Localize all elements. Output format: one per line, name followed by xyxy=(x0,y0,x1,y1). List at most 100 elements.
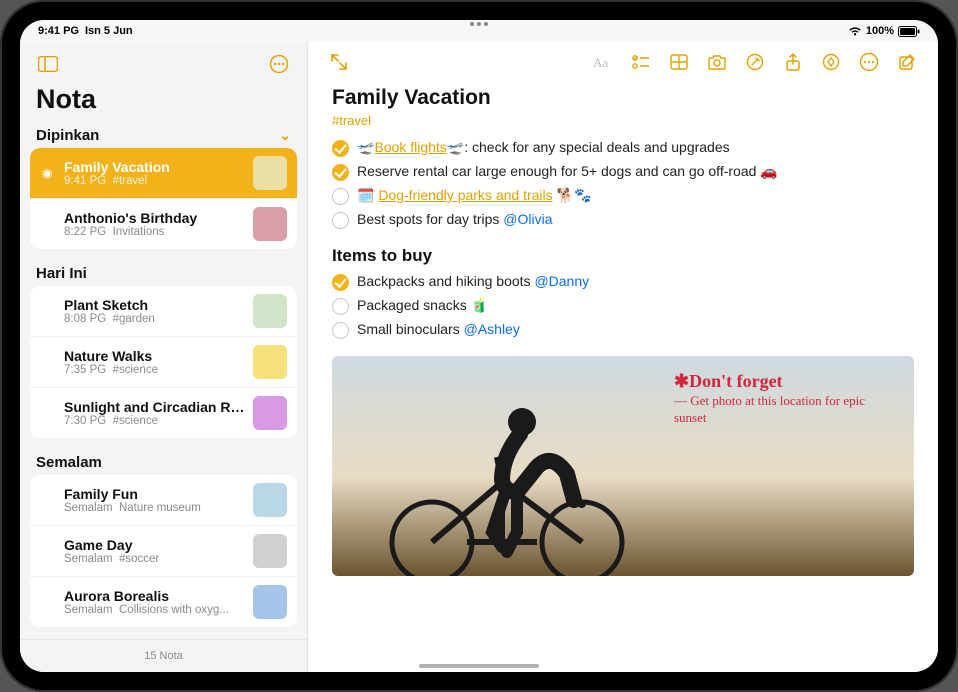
checklist-text: 🗓️ Dog-friendly parks and trails 🐕🐾 xyxy=(357,187,591,204)
svg-text:Aa: Aa xyxy=(593,55,608,70)
sidebar-title: Nota xyxy=(20,82,307,121)
note-image[interactable]: ✱Don't forget — Get photo at this locati… xyxy=(332,356,914,576)
multitask-dots[interactable] xyxy=(464,22,494,28)
note-item-title: Aurora Borealis xyxy=(64,588,245,604)
note-list-item[interactable]: Nature Walks 7:35 PG #science xyxy=(30,337,297,388)
status-time: 9:41 PG xyxy=(38,25,79,37)
note-item-title: Sunlight and Circadian Rhy... xyxy=(64,399,245,415)
cyclist-silhouette xyxy=(352,382,682,576)
chevron-down-icon[interactable]: ⌄ xyxy=(279,127,291,144)
checklist-item[interactable]: Backpacks and hiking boots @Danny xyxy=(332,270,914,294)
note-list-item[interactable]: Family Fun Semalam Nature museum xyxy=(30,475,297,526)
note-item-subtitle: 8:22 PG Invitations xyxy=(64,226,245,238)
mention[interactable]: @Danny xyxy=(534,273,589,289)
note-thumbnail xyxy=(253,207,287,241)
note-thumbnail xyxy=(253,534,287,568)
section-header[interactable]: Hari Ini xyxy=(20,259,307,286)
note-thumbnail xyxy=(253,294,287,328)
note-content-area: Aa xyxy=(308,42,938,672)
note-subheading: Items to buy xyxy=(332,246,914,266)
checklist-item[interactable]: Packaged snacks 🧃 xyxy=(332,294,914,318)
markup-icon[interactable] xyxy=(738,47,772,77)
note-item-subtitle: Semalam Collisions with oxyg... xyxy=(64,604,245,616)
handwriting-line2: — Get photo at this location for epic su… xyxy=(674,393,894,427)
note-item-subtitle: Semalam Nature museum xyxy=(64,502,245,514)
note-item-subtitle: Semalam #soccer xyxy=(64,553,245,565)
section-name: Dipinkan xyxy=(36,127,99,144)
pin-icon: ◉ xyxy=(42,166,56,180)
status-battery-text: 100% xyxy=(866,25,894,37)
checklist-text: Best spots for day trips @Olivia xyxy=(357,211,553,227)
table-icon[interactable] xyxy=(662,47,696,77)
status-date: Isn 5 Jun xyxy=(85,25,133,37)
more-icon[interactable] xyxy=(852,47,886,77)
checklist-text: Reserve rental car large enough for 5+ d… xyxy=(357,163,778,180)
text-format-icon[interactable]: Aa xyxy=(586,47,620,77)
handwriting-annotation: ✱Don't forget — Get photo at this locati… xyxy=(674,370,894,427)
note-list-item[interactable]: Plant Sketch 8:08 PG #garden xyxy=(30,286,297,337)
note-thumbnail xyxy=(253,483,287,517)
expand-icon[interactable] xyxy=(322,47,356,77)
share-icon[interactable] xyxy=(776,47,810,77)
compose-icon[interactable] xyxy=(890,47,924,77)
note-list-item[interactable]: ◉ Family Vacation 9:41 PG #travel xyxy=(30,148,297,199)
section-header[interactable]: Dipinkan ⌄ xyxy=(20,121,307,148)
checklist-item[interactable]: Small binoculars @Ashley xyxy=(332,318,914,342)
note-item-subtitle: 7:30 PG #science xyxy=(64,415,245,427)
checklist-item[interactable]: 🗓️ Dog-friendly parks and trails 🐕🐾 xyxy=(332,184,914,208)
sidebar-footer-count: 15 Nota xyxy=(20,639,307,672)
sidebar: Nota Dipinkan ⌄ ◉ Family Vacation 9:41 PG … xyxy=(20,42,308,672)
note-item-subtitle: 7:35 PG #science xyxy=(64,364,245,376)
note-item-subtitle: 8:08 PG #garden xyxy=(64,313,245,325)
note-toolbar: Aa xyxy=(308,42,938,82)
link-note-icon[interactable] xyxy=(814,47,848,77)
note-body[interactable]: Family Vacation #travel 🛫Book flights🛫: … xyxy=(308,82,938,672)
note-thumbnail xyxy=(253,585,287,619)
note-item-title: Plant Sketch xyxy=(64,297,245,313)
checkbox-icon[interactable] xyxy=(332,188,349,205)
checklist-text: Packaged snacks 🧃 xyxy=(357,297,488,314)
inline-link[interactable]: Dog-friendly parks and trails xyxy=(378,187,552,203)
note-list-item[interactable]: Game Day Semalam #soccer xyxy=(30,526,297,577)
section-name: Semalam xyxy=(36,454,102,471)
checkbox-icon[interactable] xyxy=(332,140,349,157)
note-item-subtitle: 9:41 PG #travel xyxy=(64,175,245,187)
note-item-title: Family Fun xyxy=(64,486,245,502)
home-indicator[interactable] xyxy=(419,664,539,668)
battery-icon xyxy=(898,26,920,37)
section-header[interactable]: Semalam xyxy=(20,448,307,475)
checkbox-icon[interactable] xyxy=(332,322,349,339)
checkbox-icon[interactable] xyxy=(332,164,349,181)
wifi-icon xyxy=(848,26,862,36)
checklist-item[interactable]: 🛫Book flights🛫: check for any special de… xyxy=(332,136,914,160)
section-name: Hari Ini xyxy=(36,265,87,282)
more-options-icon[interactable] xyxy=(265,50,293,78)
note-thumbnail xyxy=(253,345,287,379)
note-thumbnail xyxy=(253,156,287,190)
checkbox-icon[interactable] xyxy=(332,274,349,291)
mention[interactable]: @Olivia xyxy=(503,211,552,227)
note-list-item[interactable]: Anthonio's Birthday 8:22 PG Invitations xyxy=(30,199,297,249)
note-title: Family Vacation xyxy=(332,86,914,110)
checklist-text: 🛫Book flights🛫: check for any special de… xyxy=(357,139,730,156)
handwriting-line1: ✱Don't forget xyxy=(674,370,894,393)
note-item-title: Nature Walks xyxy=(64,348,245,364)
sidebar-toggle-icon[interactable] xyxy=(34,50,62,78)
note-hashtag[interactable]: #travel xyxy=(332,113,371,128)
note-item-title: Anthonio's Birthday xyxy=(64,210,245,226)
checklist-icon[interactable] xyxy=(624,47,658,77)
checklist-item[interactable]: Best spots for day trips @Olivia xyxy=(332,208,914,232)
note-thumbnail xyxy=(253,396,287,430)
note-item-title: Family Vacation xyxy=(64,159,245,175)
checkbox-icon[interactable] xyxy=(332,298,349,315)
note-item-title: Game Day xyxy=(64,537,245,553)
note-list-item[interactable]: Aurora Borealis Semalam Collisions with … xyxy=(30,577,297,627)
checklist-text: Small binoculars @Ashley xyxy=(357,321,520,337)
note-list-item[interactable]: Sunlight and Circadian Rhy... 7:30 PG #s… xyxy=(30,388,297,438)
checkbox-icon[interactable] xyxy=(332,212,349,229)
inline-link[interactable]: Book flights xyxy=(374,139,446,155)
camera-icon[interactable] xyxy=(700,47,734,77)
checklist-item[interactable]: Reserve rental car large enough for 5+ d… xyxy=(332,160,914,184)
checklist-text: Backpacks and hiking boots @Danny xyxy=(357,273,589,289)
mention[interactable]: @Ashley xyxy=(464,321,520,337)
